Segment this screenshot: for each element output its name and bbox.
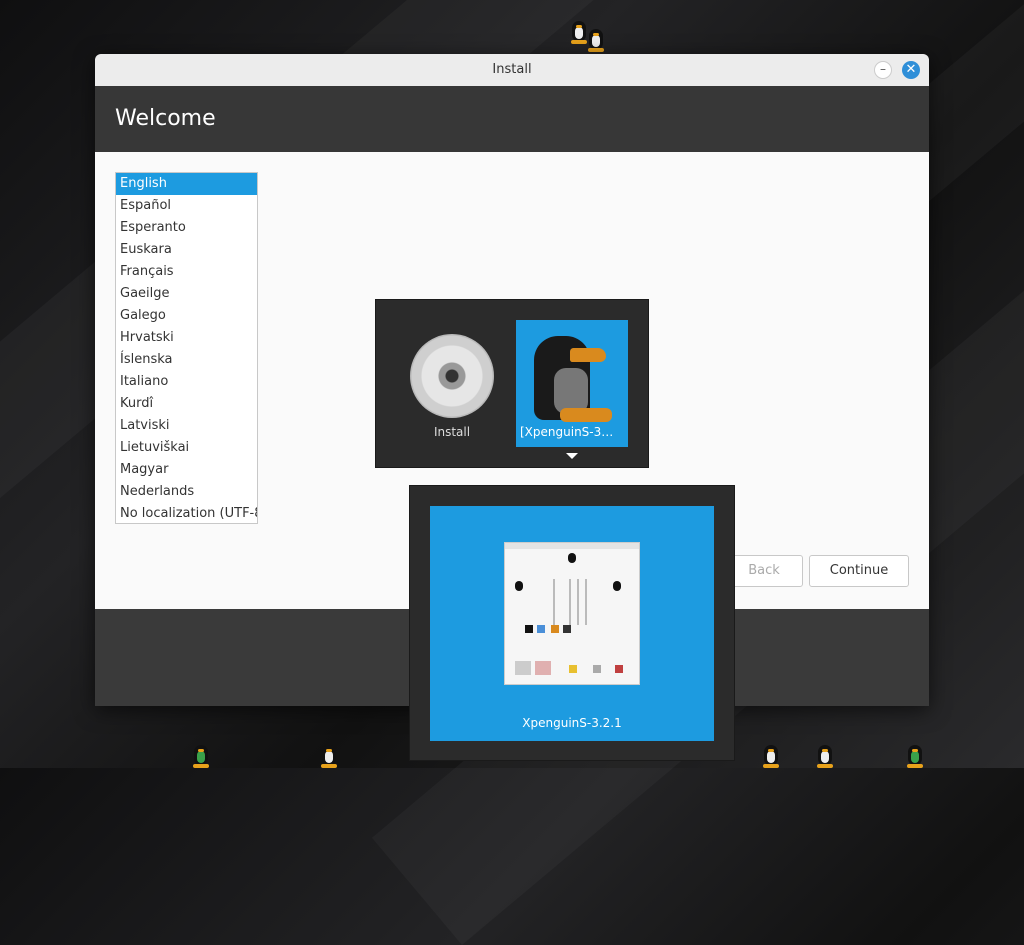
desktop-penguin-icon bbox=[760, 742, 782, 768]
language-item[interactable]: Gaeilge bbox=[116, 283, 257, 305]
desktop-penguin-icon bbox=[814, 742, 836, 768]
chevron-down-icon bbox=[566, 453, 578, 459]
continue-button[interactable]: Continue bbox=[809, 555, 909, 587]
window-titlebar[interactable]: Install – ✕ bbox=[95, 54, 929, 87]
language-list[interactable]: English Español Esperanto Euskara França… bbox=[115, 172, 258, 524]
window-preview-popup: XpenguinS-3.2.1 bbox=[409, 485, 735, 761]
switcher-item-label: Install bbox=[433, 425, 471, 439]
language-item[interactable]: Hrvatski bbox=[116, 327, 257, 349]
desktop-penguin-icon bbox=[318, 742, 340, 768]
penguin-icon bbox=[526, 326, 618, 422]
back-button[interactable]: Back bbox=[725, 555, 803, 587]
language-item[interactable]: Italiano bbox=[116, 371, 257, 393]
language-item[interactable]: Euskara bbox=[116, 239, 257, 261]
window-title: Install bbox=[492, 62, 532, 77]
switcher-item-label: [XpenguinS-3… bbox=[520, 425, 614, 439]
page-title: Welcome bbox=[115, 106, 216, 131]
language-item[interactable]: Galego bbox=[116, 305, 257, 327]
language-item[interactable]: Español bbox=[116, 195, 257, 217]
language-item[interactable]: Français bbox=[116, 261, 257, 283]
minimize-button[interactable]: – bbox=[874, 61, 892, 79]
language-item[interactable]: Latviski bbox=[116, 415, 257, 437]
switcher-item-install[interactable]: Install bbox=[396, 320, 508, 447]
language-item[interactable]: Íslenska bbox=[116, 349, 257, 371]
close-button[interactable]: ✕ bbox=[902, 61, 920, 79]
language-item[interactable]: Nederlands bbox=[116, 481, 257, 503]
language-item[interactable]: Kurdî bbox=[116, 393, 257, 415]
cd-icon bbox=[410, 334, 494, 418]
language-item[interactable]: Esperanto bbox=[116, 217, 257, 239]
preview-label: XpenguinS-3.2.1 bbox=[522, 716, 622, 730]
window-preview[interactable]: XpenguinS-3.2.1 bbox=[430, 506, 714, 741]
language-item[interactable]: Lietuviškai bbox=[116, 437, 257, 459]
language-item[interactable]: No localization (UTF-8) bbox=[116, 503, 257, 523]
language-item[interactable]: Magyar bbox=[116, 459, 257, 481]
switcher-item-xpenguins[interactable]: [XpenguinS-3… bbox=[516, 320, 628, 447]
language-item[interactable]: English bbox=[116, 173, 257, 195]
desktop-penguin-icon bbox=[585, 26, 607, 52]
window-switcher: Install [XpenguinS-3… bbox=[375, 299, 649, 468]
window-thumbnail bbox=[504, 542, 640, 685]
page-header: Welcome bbox=[95, 86, 929, 152]
desktop-penguin-icon bbox=[904, 742, 926, 768]
desktop-penguin-icon bbox=[190, 742, 212, 768]
